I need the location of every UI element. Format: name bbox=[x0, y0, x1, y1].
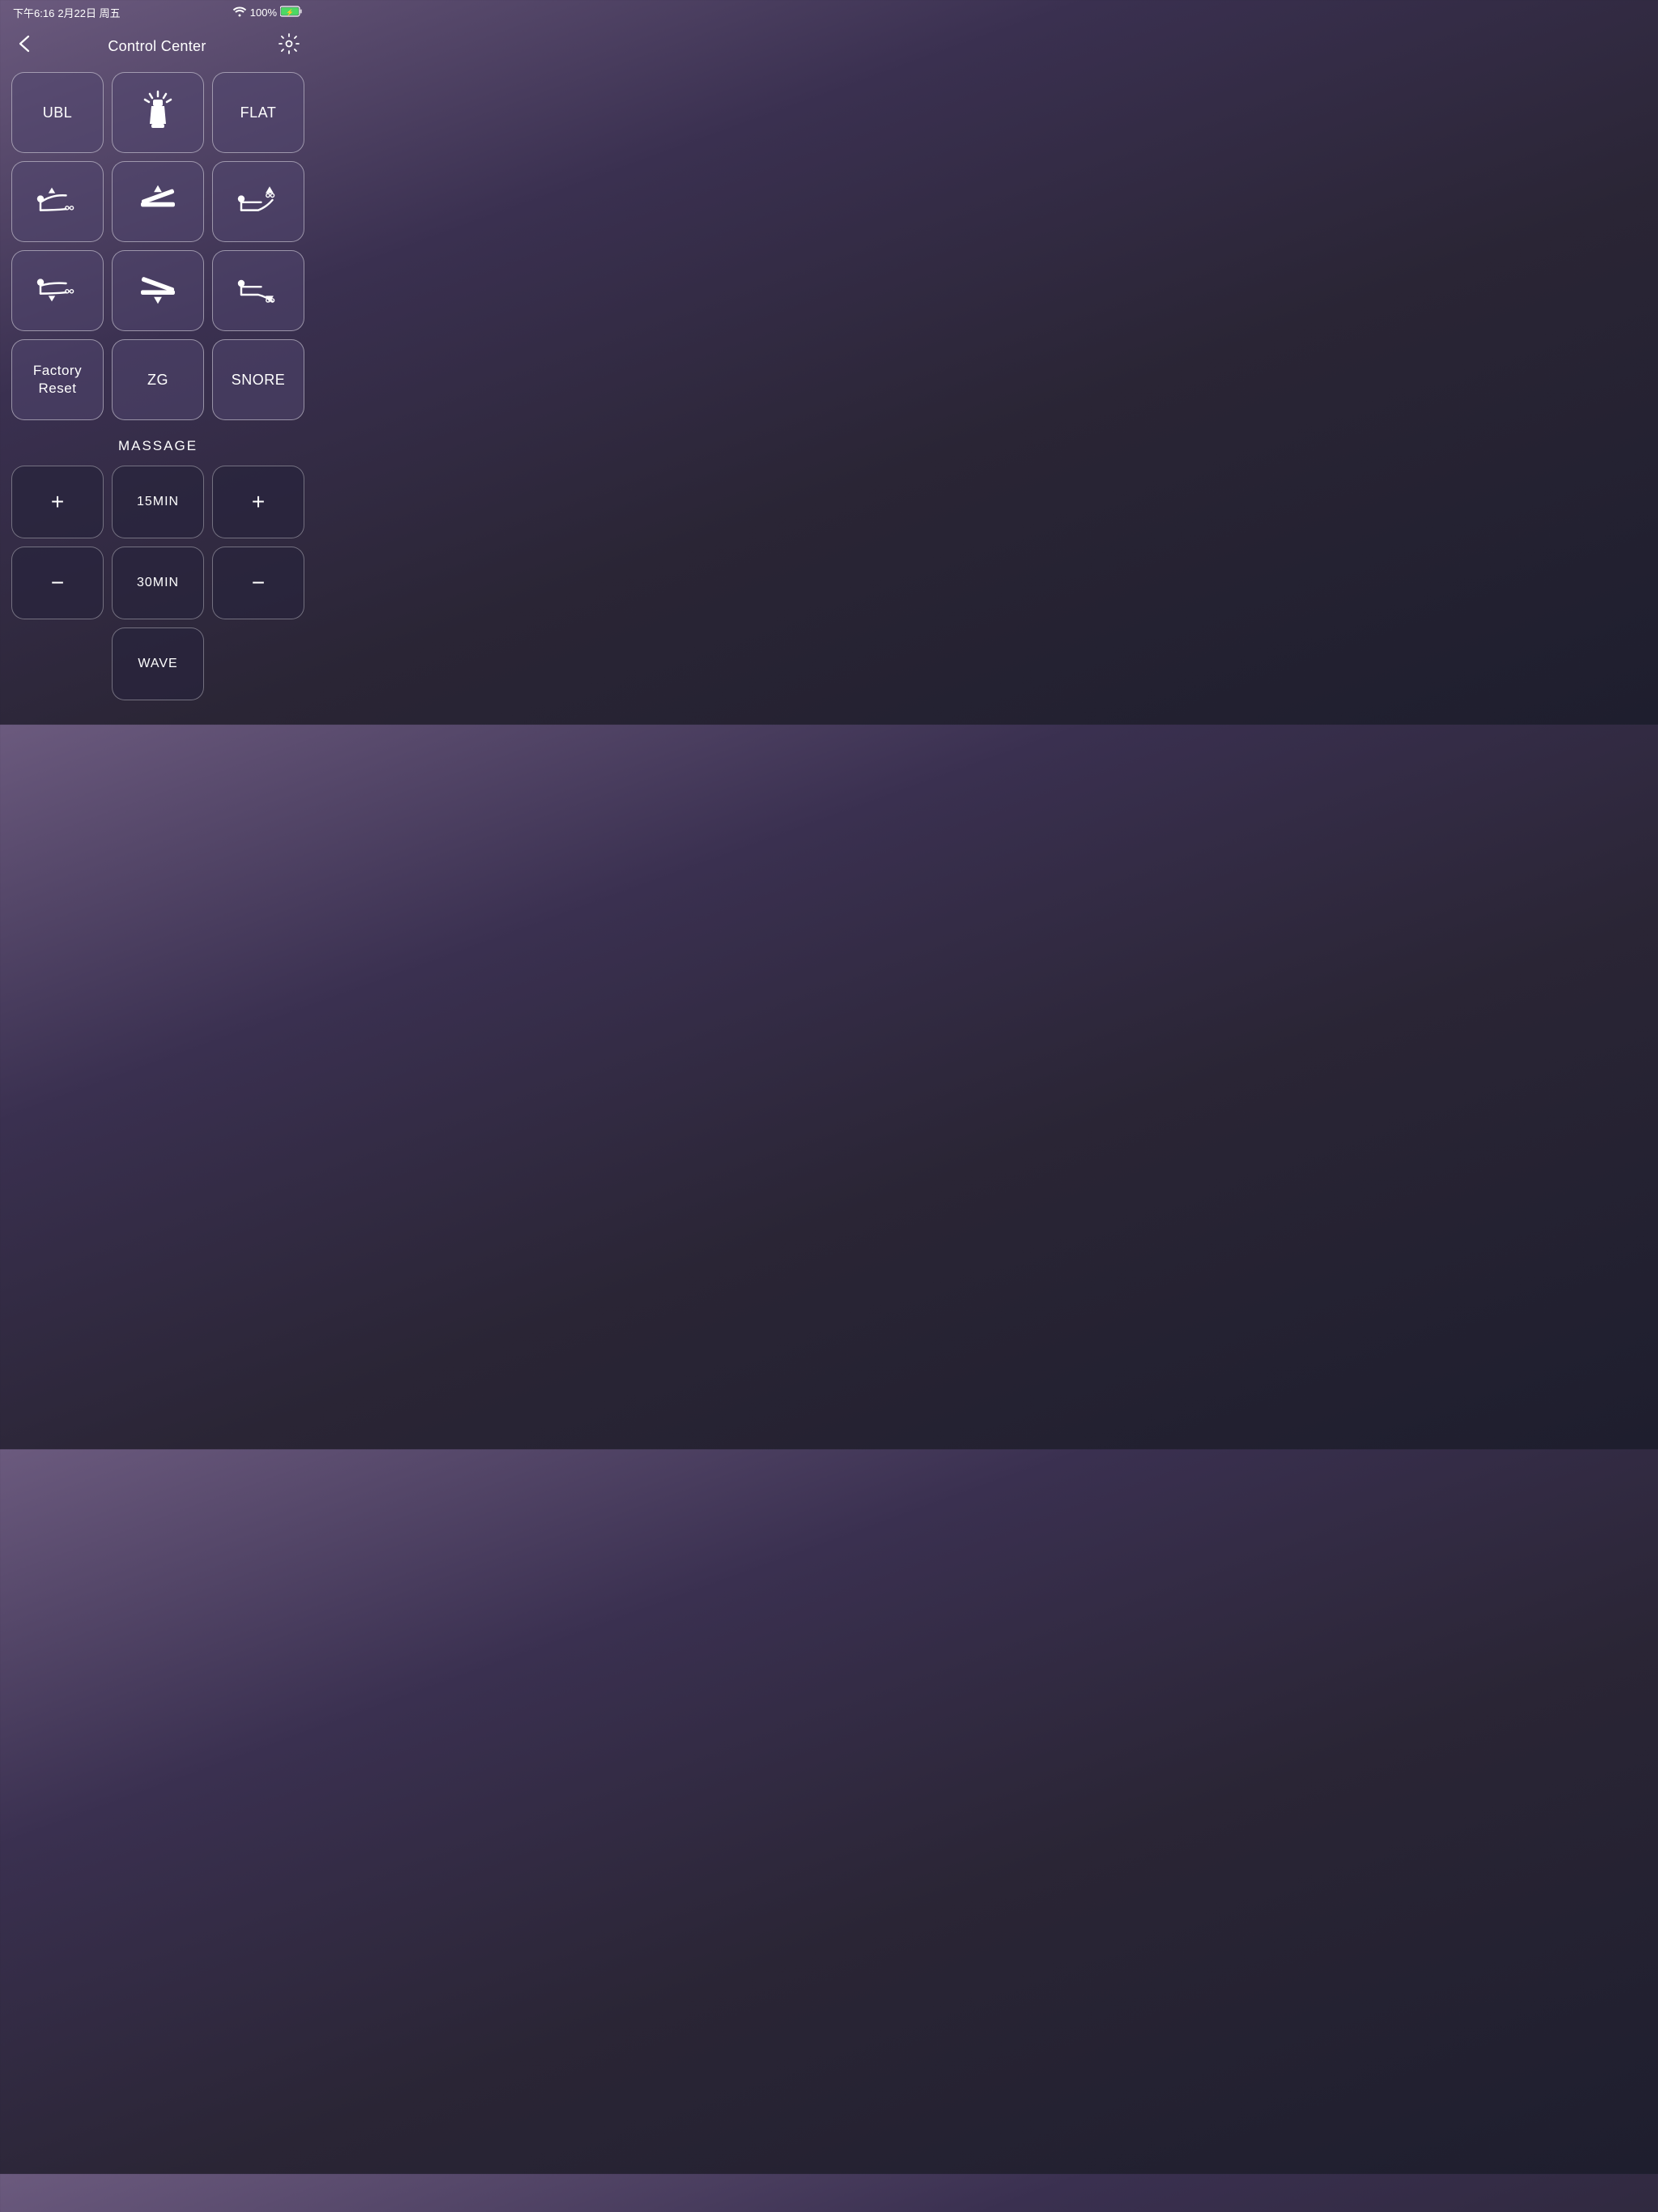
massage-wave-label: WAVE bbox=[138, 657, 177, 671]
massage-right-minus-button[interactable]: − bbox=[212, 547, 304, 619]
settings-button[interactable] bbox=[275, 30, 303, 62]
factory-reset-label: Factory Reset bbox=[33, 362, 82, 398]
feet-up-button[interactable] bbox=[212, 161, 304, 242]
bed-up-button[interactable] bbox=[112, 161, 204, 242]
zg-button[interactable]: ZG bbox=[112, 339, 204, 420]
battery-icon: ⚡ bbox=[280, 6, 303, 19]
massage-left-minus-button[interactable]: − bbox=[11, 547, 104, 619]
massage-15min-label: 15MIN bbox=[137, 495, 179, 509]
app-header: Control Center bbox=[0, 23, 316, 72]
bed-down-button[interactable] bbox=[112, 250, 204, 331]
massage-right-plus-button[interactable]: + bbox=[212, 466, 304, 538]
massage-30min-label: 30MIN bbox=[137, 576, 179, 590]
flashlight-button[interactable] bbox=[112, 72, 204, 153]
massage-30min-button[interactable]: 30MIN bbox=[112, 547, 204, 619]
status-time: 下午6:16 bbox=[13, 5, 54, 20]
plus-left-icon: + bbox=[51, 489, 64, 515]
flat-button[interactable]: FLAT bbox=[212, 72, 304, 153]
flashlight-icon bbox=[135, 88, 181, 138]
massage-grid: + 15MIN + − 30MIN − WAVE bbox=[0, 466, 316, 700]
back-up-button[interactable] bbox=[11, 161, 104, 242]
battery-percent: 100% bbox=[250, 6, 277, 19]
controls-grid: UBL FLAT bbox=[0, 72, 316, 420]
minus-left-icon: − bbox=[51, 570, 64, 596]
back-down-button[interactable] bbox=[11, 250, 104, 331]
zg-label: ZG bbox=[147, 372, 168, 389]
feet-down-icon bbox=[236, 266, 281, 316]
snore-button[interactable]: SNORE bbox=[212, 339, 304, 420]
back-down-icon bbox=[35, 266, 80, 316]
feet-up-icon bbox=[236, 177, 281, 227]
plus-right-icon: + bbox=[252, 489, 265, 515]
massage-15min-button[interactable]: 15MIN bbox=[112, 466, 204, 538]
feet-down-button[interactable] bbox=[212, 250, 304, 331]
ubl-label: UBL bbox=[43, 104, 73, 121]
ubl-button[interactable]: UBL bbox=[11, 72, 104, 153]
massage-left-plus-button[interactable]: + bbox=[11, 466, 104, 538]
massage-section-label: MASSAGE bbox=[0, 438, 316, 454]
flat-label: FLAT bbox=[240, 104, 277, 121]
bed-down-icon bbox=[135, 266, 181, 316]
status-bar: 下午6:16 2月22日 周五 100% ⚡ bbox=[0, 0, 316, 23]
svg-text:⚡: ⚡ bbox=[286, 8, 294, 16]
bed-up-icon bbox=[135, 177, 181, 227]
page-title: Control Center bbox=[108, 38, 206, 55]
status-icons: 100% ⚡ bbox=[232, 6, 303, 19]
minus-right-icon: − bbox=[252, 570, 265, 596]
back-button[interactable] bbox=[13, 32, 39, 61]
back-up-icon bbox=[35, 177, 80, 227]
status-time-date: 下午6:16 2月22日 周五 bbox=[13, 5, 121, 20]
massage-wave-button[interactable]: WAVE bbox=[112, 627, 204, 700]
snore-label: SNORE bbox=[232, 372, 286, 389]
status-date: 2月22日 周五 bbox=[57, 5, 120, 20]
wifi-icon bbox=[232, 6, 247, 19]
massage-label: MASSAGE bbox=[0, 438, 316, 454]
factory-reset-button[interactable]: Factory Reset bbox=[11, 339, 104, 420]
